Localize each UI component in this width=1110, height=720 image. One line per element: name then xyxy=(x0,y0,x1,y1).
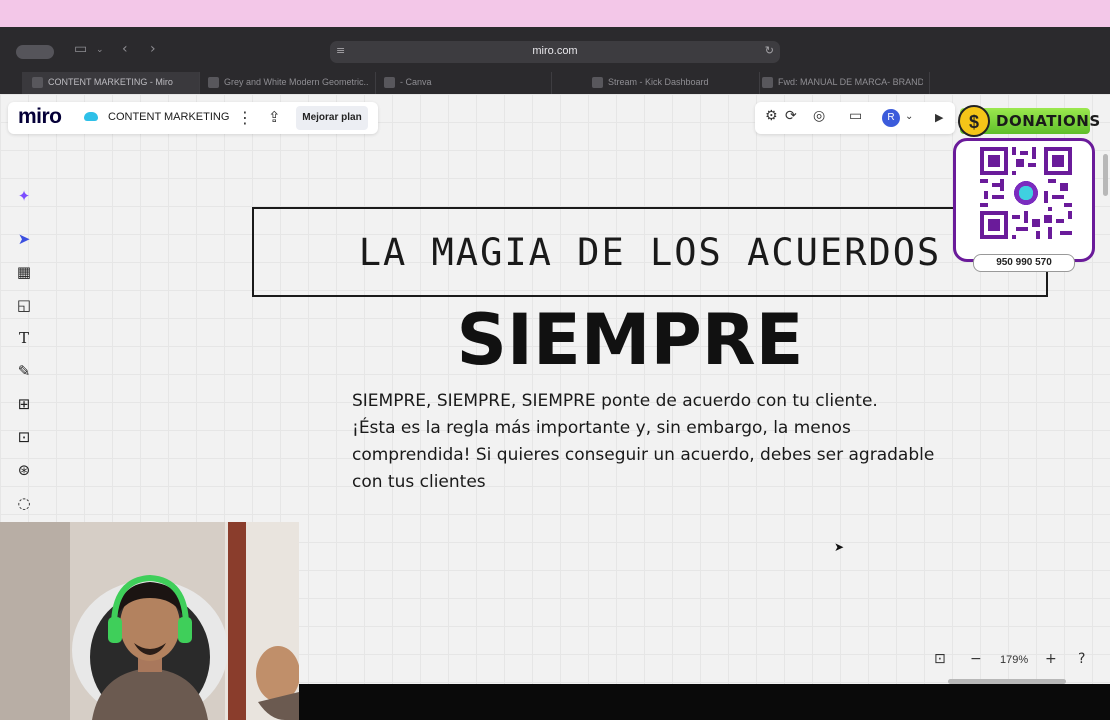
avatar[interactable]: R xyxy=(882,109,900,127)
browser-chrome: ▭ ⌄ ‹ › ≡ miro.com ↻ CONTENT MARKETING -… xyxy=(0,27,1110,94)
browser-tab[interactable]: - Canva xyxy=(374,72,552,94)
comment-icon[interactable]: ◌ xyxy=(14,493,34,513)
dollar-coin-icon: $ xyxy=(958,105,990,137)
shapes-icon[interactable]: ⊞ xyxy=(14,394,34,414)
miro-logo[interactable]: miro xyxy=(18,105,62,129)
webcam-feed xyxy=(0,522,299,720)
macos-menubar xyxy=(0,0,1110,27)
vertical-scrollbar[interactable] xyxy=(1103,154,1108,196)
zoom-level[interactable]: 179% xyxy=(1000,654,1028,666)
reload-icon[interactable]: ↻ xyxy=(765,44,774,57)
browser-tab[interactable]: CONTENT MARKETING - Miro xyxy=(22,72,200,94)
tab-favicon-icon xyxy=(762,77,773,88)
board-header: miro CONTENT MARKETING ⋮ ⇪ Mejorar plan xyxy=(8,102,378,134)
tab-label: Grey and White Modern Geometric... xyxy=(224,77,369,87)
upgrade-button[interactable]: Mejorar plan xyxy=(296,106,368,130)
donation-phone: 950 990 570 xyxy=(973,254,1075,272)
forward-icon[interactable]: › xyxy=(150,41,156,57)
plugins-icon[interactable]: ⊛ xyxy=(14,460,34,480)
tab-favicon-icon xyxy=(592,77,603,88)
tab-label: - Canva xyxy=(400,77,432,87)
back-icon[interactable]: ‹ xyxy=(122,41,128,57)
ai-sparkle-icon[interactable]: ✦ xyxy=(14,186,34,206)
url-text: miro.com xyxy=(532,45,578,57)
more-options-icon[interactable]: ⋮ xyxy=(237,108,253,127)
donations-label: DONATIONS xyxy=(996,112,1101,130)
chevron-down-icon[interactable]: ⌄ xyxy=(96,45,104,55)
zoom-in-icon[interactable]: + xyxy=(1045,651,1057,667)
heading-siempre[interactable]: SIEMPRE xyxy=(0,299,1110,381)
export-icon[interactable]: ⇪ xyxy=(268,108,281,126)
tab-label: Fwd: MANUAL DE MARCA- BRANDI... xyxy=(778,77,923,87)
browser-tab[interactable]: Stream - Kick Dashboard xyxy=(582,72,760,94)
body-line: SIEMPRE, SIEMPRE, SIEMPRE ponte de acuer… xyxy=(352,391,878,411)
zoom-controls: ⊡ − 179% + ? xyxy=(928,647,1102,673)
tab-label: Stream - Kick Dashboard xyxy=(608,77,709,87)
sidebar-toggle-icon[interactable]: ▭ xyxy=(74,41,87,57)
title-frame[interactable]: LA MAGIA DE LOS ACUERDOS xyxy=(252,207,1048,297)
body-line: con tus clientes xyxy=(352,472,486,492)
tab-strip: CONTENT MARKETING - Miro Grey and White M… xyxy=(0,72,1110,94)
frame-title: LA MAGIA DE LOS ACUERDOS xyxy=(358,231,942,274)
video-letterbox xyxy=(299,684,1110,720)
mouse-cursor-icon: ➤ xyxy=(834,540,845,554)
zoom-out-icon[interactable]: − xyxy=(970,651,982,667)
timer-icon[interactable]: ⟳ xyxy=(785,108,797,124)
tab-favicon-icon xyxy=(32,77,43,88)
chat-icon[interactable]: ◎ xyxy=(813,108,825,124)
collaboration-toolbar: ⚙ ⟳ ◎ ▭ R ⌄ ▶ xyxy=(755,102,955,134)
cloud-icon xyxy=(84,112,98,121)
donations-banner: $ DONATIONS xyxy=(958,105,1100,137)
qr-code-icon xyxy=(980,147,1072,239)
present-icon[interactable]: ▶ xyxy=(935,111,943,124)
body-text[interactable]: SIEMPRE, SIEMPRE, SIEMPRE ponte de acuer… xyxy=(352,388,992,496)
window-controls[interactable] xyxy=(16,45,54,59)
browser-toolbar: ▭ ⌄ ‹ › ≡ miro.com ↻ xyxy=(0,27,1110,72)
board-title[interactable]: CONTENT MARKETING xyxy=(108,111,229,123)
browser-tab[interactable]: Grey and White Modern Geometric... xyxy=(198,72,376,94)
reactions-icon[interactable]: ⚙ xyxy=(765,108,778,124)
tab-label: CONTENT MARKETING - Miro xyxy=(48,77,173,87)
webcam-person-image xyxy=(0,522,299,720)
select-cursor-icon[interactable]: ➤ xyxy=(14,229,34,249)
frame-tool-icon[interactable]: ⊡ xyxy=(14,427,34,447)
address-bar[interactable]: ≡ miro.com ↻ xyxy=(330,41,780,63)
qr-card xyxy=(953,138,1095,262)
fit-screen-icon[interactable]: ⊡ xyxy=(934,651,946,667)
donations-overlay: $ DONATIONS 950 990 570 xyxy=(950,102,1100,274)
templates-icon[interactable]: ▦ xyxy=(14,262,34,282)
body-line: ¡Ésta es la regla más importante y, sin … xyxy=(352,418,851,438)
tab-favicon-icon xyxy=(384,77,395,88)
browser-tab[interactable]: Fwd: MANUAL DE MARCA- BRANDI... xyxy=(752,72,930,94)
tab-favicon-icon xyxy=(208,77,219,88)
help-icon[interactable]: ? xyxy=(1078,651,1085,667)
video-call-icon[interactable]: ▭ xyxy=(849,108,862,124)
body-line: comprendida! Si quieres conseguir un acu… xyxy=(352,445,935,465)
chevron-down-icon[interactable]: ⌄ xyxy=(905,111,913,122)
